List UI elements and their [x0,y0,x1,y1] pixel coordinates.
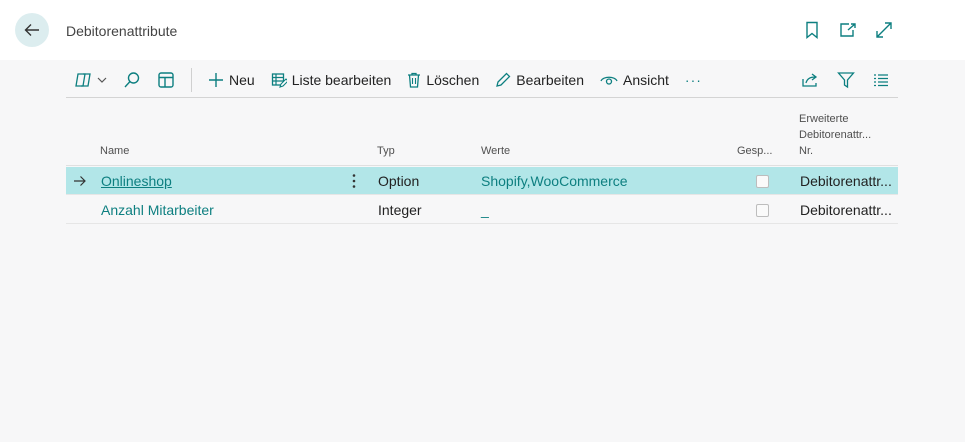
row-werte-link[interactable]: Shopify,WooCommerce [481,167,628,195]
layout-icon [158,71,174,88]
row-typ: Option [378,173,420,189]
checkbox-box [756,174,769,188]
table-row[interactable]: Onlineshop Option Shopify,WooCommerce De… [66,167,898,195]
list-view-button[interactable] [864,65,898,95]
column-header-gesperrt[interactable]: Gesp... [737,143,772,159]
share-icon [802,72,818,87]
expand-button[interactable] [875,20,893,40]
trash-icon [408,72,421,88]
back-button[interactable] [15,13,49,47]
list-icon [874,73,888,86]
bookmark-button[interactable] [803,20,821,40]
column-header-ext-line1: Erweiterte [799,113,849,125]
row-werte-link[interactable]: _ [481,196,489,224]
edit-list-icon [271,72,287,88]
arrow-right-icon [74,176,86,186]
row-extended-attr-no: Debitorenattr... [800,202,892,218]
column-header-typ[interactable]: Typ [377,143,395,159]
row-extended-attr-no: Debitorenattr... [800,173,892,189]
new-button[interactable]: Neu [200,65,263,95]
table-row[interactable]: Anzahl Mitarbeiter Integer _ Debitorenat… [66,196,898,224]
row-indicator [73,167,89,195]
search-button[interactable] [115,65,149,95]
column-header-name[interactable]: Name [100,143,129,159]
column-header-werte[interactable]: Werte [481,143,510,159]
row-name-link[interactable]: Onlineshop [101,167,172,195]
page-title: Debitorenattribute [66,23,178,39]
column-header-ext-line2: Debitorenattr... [799,129,872,141]
more-options-icon: ··· [684,71,702,88]
table-header: Name Typ Werte Gesp... Erweiterte Debito… [66,108,898,166]
pencil-icon [496,72,511,87]
search-icon [124,71,140,87]
edit-list-button[interactable]: Liste bearbeiten [263,65,400,95]
chevron-down-icon [97,77,107,83]
row-gesperrt-checkbox[interactable] [756,196,769,224]
open-new-window-button[interactable] [839,20,857,40]
view-label: Ansicht [622,71,669,88]
filter-button[interactable] [828,65,864,95]
delete-label: Löschen [426,71,480,88]
new-button-label: Neu [229,71,255,88]
copilot-icon [75,72,91,87]
row-typ: Integer [378,202,422,218]
arrow-left-icon [24,24,39,36]
row-name-link[interactable]: Anzahl Mitarbeiter [101,196,214,224]
expand-icon [876,22,892,38]
column-header-extended-attr-no[interactable]: Erweiterte Debitorenattr... Nr. [799,111,894,159]
view-button[interactable]: Ansicht [592,65,677,95]
delete-button[interactable]: Löschen [399,65,487,95]
column-header-ext-line3: Nr. [799,145,814,157]
edit-list-label: Liste bearbeiten [291,71,392,88]
row-actions-button[interactable] [346,167,362,195]
more-options-button[interactable]: ··· [677,65,710,95]
page-header: Debitorenattribute [0,0,965,60]
open-new-window-icon [840,23,856,37]
edit-label: Bearbeiten [516,71,584,88]
eye-icon [600,76,618,85]
share-button[interactable] [792,65,828,95]
checkbox-box [756,203,769,217]
bookmark-icon [806,21,818,39]
plus-icon [209,72,223,87]
edit-button[interactable]: Bearbeiten [487,65,592,95]
toolbar-divider [191,67,192,92]
layout-button[interactable] [149,65,183,95]
filter-icon [837,71,855,88]
copilot-button[interactable] [66,65,115,95]
vertical-ellipsis-icon [352,174,356,188]
action-bar: Neu Liste bearbeiten Löschen Bearbeiten … [66,62,898,98]
row-gesperrt-checkbox[interactable] [756,167,769,195]
